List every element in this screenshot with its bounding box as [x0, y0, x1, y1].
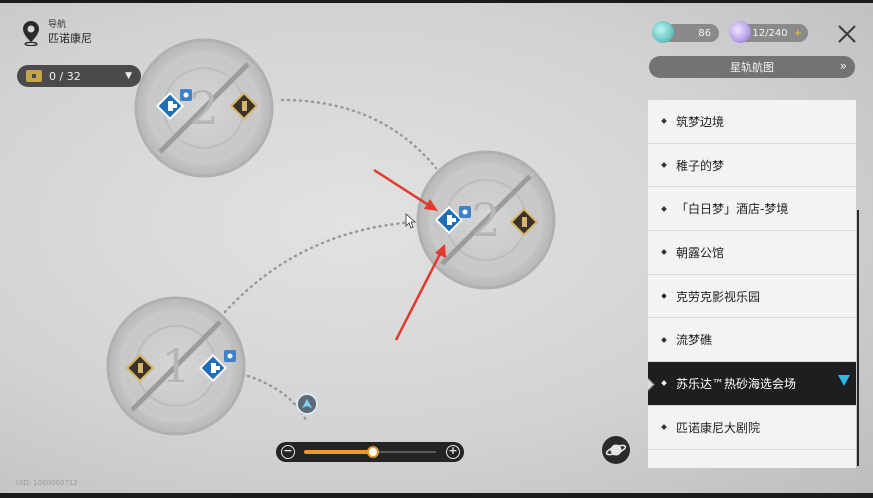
route-path — [280, 98, 438, 170]
bullet-icon — [661, 293, 667, 299]
map-pin-icon — [23, 21, 39, 46]
trailblaze-power-counter[interactable]: 86 — [652, 21, 719, 43]
close-icon[interactable] — [836, 23, 858, 45]
zoom-slider[interactable]: − + — [276, 442, 464, 462]
bullet-icon — [661, 162, 667, 168]
current-location-marker-icon — [648, 378, 655, 391]
floor-numeral: 2 — [189, 81, 218, 135]
bullet-icon — [661, 380, 667, 387]
list-item-location[interactable]: 筑梦边境 — [648, 100, 856, 144]
treasure-count: 0 / 32 — [49, 69, 81, 83]
mission-badge-icon — [224, 350, 236, 362]
zoom-fill — [304, 450, 373, 454]
location-label: 克劳克影视乐园 — [676, 289, 761, 304]
list-item-location[interactable]: 朝露公馆 — [648, 231, 856, 275]
location-label: 流梦礁 — [676, 333, 713, 348]
floor-numeral: 2 — [471, 193, 500, 247]
mouse-cursor-icon — [405, 213, 417, 229]
reserved-power-icon — [729, 21, 751, 43]
location-label: 匹诺康尼大剧院 — [676, 420, 761, 435]
location-label: 苏乐达™热砂海选会场 — [676, 376, 797, 391]
route-path — [246, 374, 308, 422]
mission-badge-icon — [180, 89, 192, 101]
list-item-location[interactable]: 流梦礁 — [648, 318, 856, 363]
trailblaze-power-value: 86 — [698, 27, 711, 39]
player-arrow-icon — [296, 393, 318, 415]
list-item-location[interactable]: 「白日梦」酒店-梦境 — [648, 187, 856, 232]
location-label: 稚子的梦 — [676, 158, 725, 173]
location-label: 朝露公馆 — [676, 245, 725, 260]
location-list[interactable]: 筑梦边境 稚子的梦 「白日梦」酒店-梦境 朝露公馆 克劳克影视乐园 流梦礁 苏乐… — [648, 100, 856, 468]
bullet-icon — [661, 336, 667, 343]
treasure-chest-icon — [26, 70, 42, 82]
floor-numeral: 1 — [161, 339, 190, 393]
planet-icon[interactable] — [602, 436, 630, 464]
treasure-counter-dropdown[interactable]: 0 / 32 ▼ — [17, 65, 141, 87]
current-world-name: 匹诺康尼 — [48, 32, 92, 45]
list-item-location[interactable]: 克劳克影视乐园 — [648, 275, 856, 319]
list-item-location[interactable]: 稚子的梦 — [648, 144, 856, 188]
bullet-icon — [661, 118, 667, 125]
selected-chevron-icon — [838, 375, 850, 387]
star-rail-map-label: 星轨航图 — [730, 61, 774, 74]
navigation-header: 导航 匹诺康尼 — [22, 20, 92, 46]
list-scrollbar[interactable] — [857, 210, 859, 466]
trailblaze-power-icon — [652, 21, 674, 43]
reserved-power-counter[interactable]: 12/240 + — [729, 21, 808, 43]
list-item-location-selected[interactable]: 苏乐达™热砂海选会场 — [648, 362, 856, 406]
caret-down-icon: ▼ — [125, 71, 132, 81]
location-label: 「白日梦」酒店-梦境 — [676, 202, 789, 217]
zoom-out-button[interactable]: − — [281, 445, 295, 459]
route-path — [223, 220, 417, 314]
bullet-icon — [661, 205, 667, 212]
zoom-in-button[interactable]: + — [446, 445, 460, 459]
add-currency-icon[interactable]: + — [794, 28, 802, 39]
bottom-frame — [0, 493, 873, 498]
star-rail-map-button[interactable]: 星轨航图 » — [649, 56, 855, 78]
nav-title: 导航 — [48, 20, 67, 30]
mission-badge-icon — [459, 206, 471, 218]
location-label: 筑梦边境 — [676, 114, 725, 129]
list-item-location[interactable]: 匹诺康尼大剧院 — [648, 406, 856, 450]
reserved-power-value: 12/240 — [752, 27, 788, 39]
annotation-arrow — [394, 244, 446, 341]
double-chevron-right-icon: » — [839, 59, 847, 73]
uid-label: UID: 1000000712 — [16, 479, 78, 487]
bullet-icon — [661, 424, 667, 430]
bullet-icon — [661, 249, 667, 256]
zoom-thumb[interactable] — [366, 446, 379, 458]
